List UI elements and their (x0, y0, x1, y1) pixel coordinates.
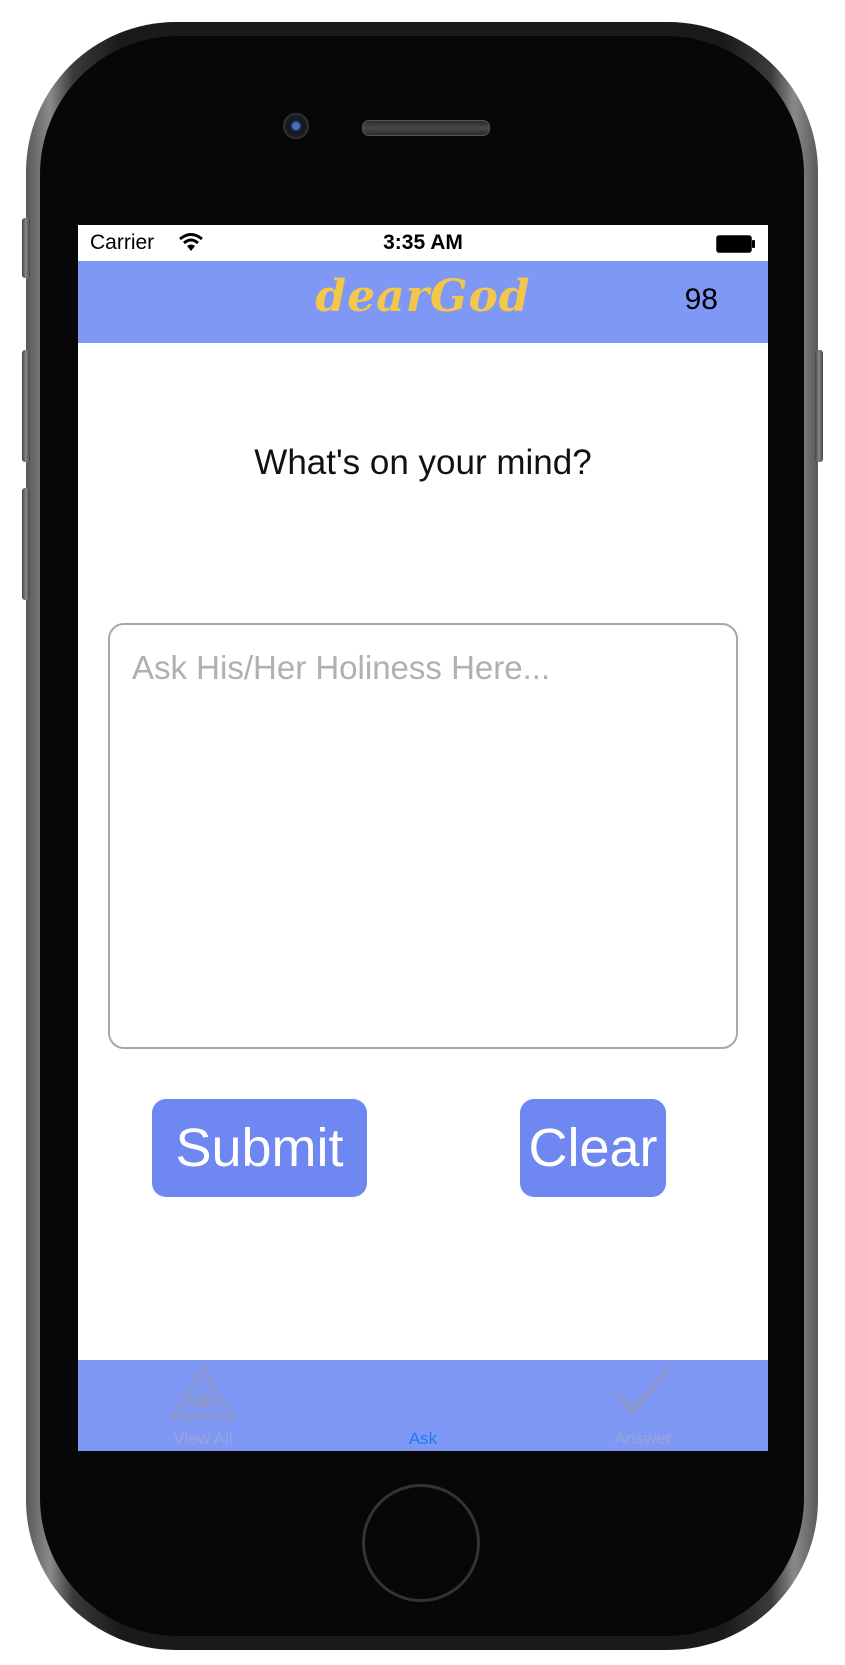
app-screen: Carrier 3:35 AM dearGod 98 What's on you… (78, 225, 768, 1451)
battery-icon (716, 235, 755, 253)
tab-ask-label: Ask (408, 1429, 438, 1448)
tab-view-all[interactable]: View All (148, 1360, 258, 1451)
question-input[interactable]: Ask His/Her Holiness Here... (108, 623, 738, 1049)
tab-view-all-label: View All (173, 1429, 233, 1448)
clear-button[interactable]: Clear (520, 1099, 666, 1197)
tab-ask[interactable]: Ask (368, 1360, 478, 1451)
home-button[interactable] (362, 1484, 480, 1602)
submit-button[interactable]: Submit (152, 1099, 367, 1197)
front-camera (283, 113, 309, 139)
tab-bar: View All Ask Answer (78, 1360, 768, 1451)
status-bar: Carrier 3:35 AM (78, 225, 768, 261)
app-logo: dearGod (315, 271, 531, 322)
page-prompt: What's on your mind? (254, 443, 592, 482)
eye-triangle-icon (170, 1364, 236, 1420)
checkmark-icon (615, 1366, 671, 1416)
tab-answer[interactable]: Answer (583, 1360, 703, 1451)
status-time: 3:35 AM (383, 231, 463, 254)
volume-down-button (22, 488, 30, 600)
tab-answer-label: Answer (614, 1429, 672, 1448)
power-button (815, 350, 823, 462)
question-counter: 98 (684, 283, 718, 316)
question-placeholder: Ask His/Her Holiness Here... (132, 649, 551, 686)
volume-up-button (22, 350, 30, 462)
mute-switch (22, 218, 30, 278)
navigation-bar: dearGod 98 (78, 261, 768, 343)
earpiece-speaker (362, 120, 490, 136)
